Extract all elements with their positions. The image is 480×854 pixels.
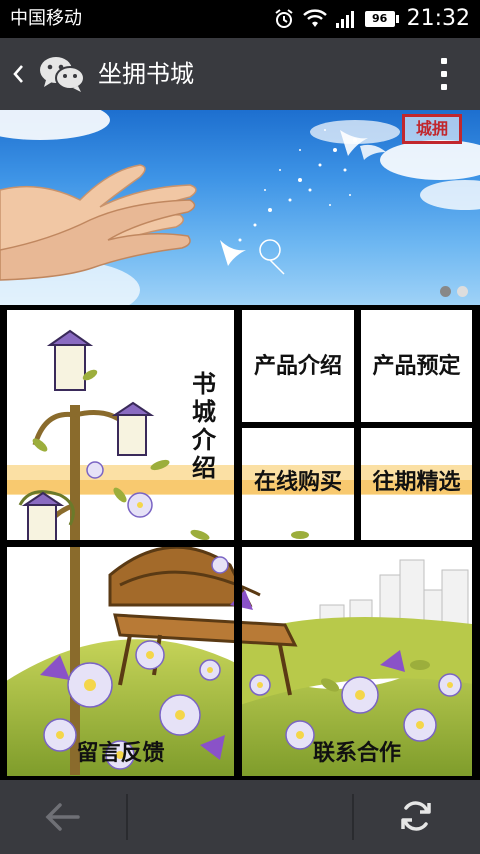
- tile-product-intro-label: 产品介绍: [253, 353, 342, 379]
- banner-carousel[interactable]: 城拥: [0, 110, 480, 305]
- status-time: 21:32: [406, 6, 470, 31]
- alarm-icon: [273, 8, 295, 30]
- tile-feedback[interactable]: 留言反馈: [7, 547, 234, 776]
- tile-product-order-label: 产品预定: [372, 353, 461, 379]
- toolbar-divider: [126, 794, 128, 840]
- chevron-left-icon: [13, 65, 23, 83]
- menu-grid: 书 城 介 绍 产品介绍 产品预定 在线购买 往期精选 留言反馈 联系合作: [0, 305, 480, 780]
- status-icons: 96 21:32: [273, 6, 470, 32]
- tile-buy-online-label: 在线购买: [253, 469, 342, 495]
- bottom-toolbar: [0, 780, 480, 854]
- battery-level: 96: [364, 11, 395, 27]
- tile-buy-online[interactable]: 在线购买: [242, 428, 354, 540]
- more-vertical-icon[interactable]: [440, 58, 448, 90]
- arrow-left-icon[interactable]: [40, 798, 84, 836]
- carousel-dot[interactable]: [440, 286, 451, 297]
- page-title: 坐拥书城: [98, 60, 194, 88]
- tile-product-order[interactable]: 产品预定: [361, 310, 472, 422]
- wifi-icon: [302, 9, 327, 29]
- tile-contact[interactable]: 联系合作: [242, 547, 472, 776]
- carousel-indicators: [440, 286, 468, 297]
- status-bar: 中国移动 96 21:32: [0, 0, 480, 38]
- battery-icon: 96: [364, 11, 399, 27]
- tile-product-intro[interactable]: 产品介绍: [242, 310, 354, 422]
- tile-book-intro[interactable]: 书 城 介 绍: [7, 310, 234, 540]
- tile-feedback-label: 留言反馈: [76, 740, 165, 766]
- banner-stamp: 城拥: [402, 114, 462, 144]
- title-bar: 坐拥书城: [0, 38, 480, 110]
- carrier-label: 中国移动: [10, 8, 82, 29]
- tile-past-picks[interactable]: 往期精选: [361, 428, 472, 540]
- screen: 中国移动 96 21:32 坐拥书城 城拥 书 城 介 绍 产品介绍 产品预定 …: [0, 0, 480, 854]
- refresh-icon[interactable]: [396, 796, 436, 836]
- toolbar-divider: [352, 794, 354, 840]
- wechat-icon: [38, 54, 86, 94]
- tile-contact-label: 联系合作: [312, 740, 401, 766]
- tile-book-intro-label: 书 城 介 绍: [192, 369, 216, 482]
- signal-icon: [335, 9, 357, 29]
- carousel-dot-active[interactable]: [457, 286, 468, 297]
- back-button[interactable]: [8, 60, 28, 88]
- tile-past-picks-label: 往期精选: [372, 469, 461, 495]
